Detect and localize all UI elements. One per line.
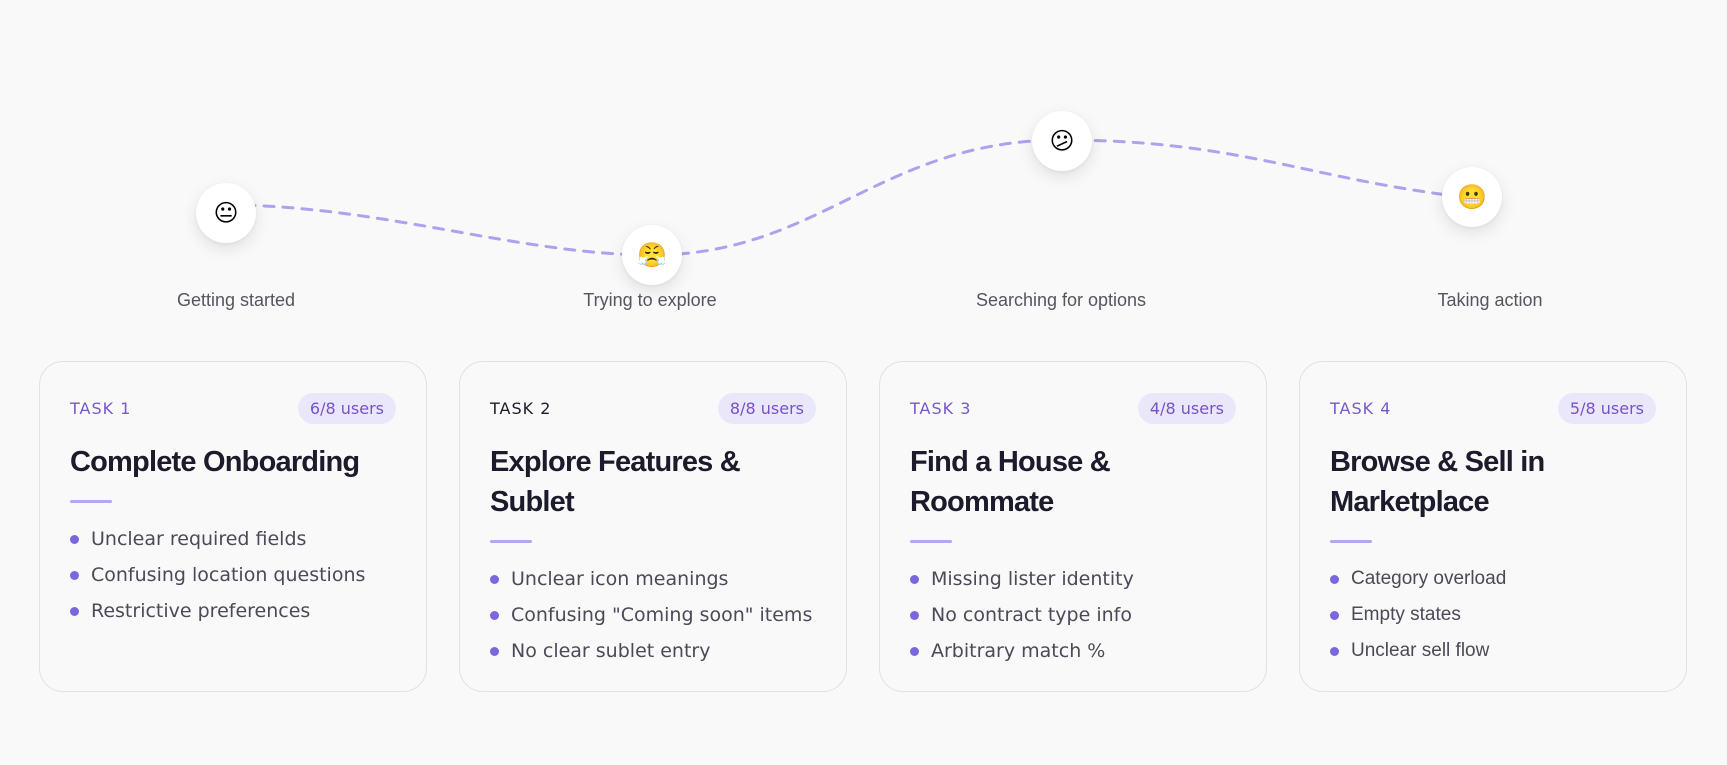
bullet-icon: [910, 574, 919, 584]
title-divider: [70, 500, 112, 503]
task-title-line: Find a House &: [910, 446, 1111, 478]
card-header: TASK 2 8/8 users: [490, 392, 816, 424]
bullet-icon: [70, 534, 79, 544]
grimacing-face-icon: 😬: [1457, 183, 1487, 211]
task-title: Complete Onboarding: [70, 442, 396, 482]
task-title: Browse & Sell in Marketplace: [1330, 442, 1656, 522]
task-title-line: Browse & Sell in: [1330, 446, 1545, 478]
list-item: Confusing location questions: [70, 557, 396, 593]
issue-text: Confusing "Coming soon" items: [511, 604, 813, 626]
issue-list: Unclear required fields Confusing locati…: [70, 521, 396, 629]
task-title-line: Complete Onboarding: [70, 446, 360, 478]
task-card-2: TASK 2 8/8 users Explore Features & Subl…: [459, 361, 847, 692]
task-label: TASK 2: [490, 398, 552, 418]
stage-label-searching-for-options: Searching for options: [975, 290, 1147, 310]
journey-curve: [224, 138, 1474, 257]
title-divider: [910, 540, 952, 543]
emotion-path: [224, 138, 1474, 257]
list-item: Arbitrary match %: [910, 633, 1236, 669]
neutral-face-icon: 😐: [213, 199, 239, 227]
task-title-line: Explore Features &: [490, 446, 741, 478]
bullet-icon: [490, 646, 499, 656]
frustrated-face-icon: 😤: [637, 241, 667, 269]
list-item: Confusing "Coming soon" items: [490, 597, 816, 633]
task-title-line: Marketplace: [1330, 486, 1490, 518]
task-title-line: Roommate: [910, 486, 1054, 518]
list-item: Unclear icon meanings: [490, 561, 816, 597]
task-card-3: TASK 3 4/8 users Find a House & Roommate…: [879, 361, 1267, 692]
card-header: TASK 1 6/8 users: [70, 392, 396, 424]
stage-node-taking-action: 😬: [1442, 167, 1502, 227]
users-badge: 8/8 users: [717, 392, 816, 424]
issue-text: Unclear sell flow: [1351, 640, 1490, 661]
confused-face-icon: 😕: [1049, 127, 1075, 155]
issue-list: Unclear icon meanings Confusing "Coming …: [490, 561, 816, 669]
card-header: TASK 3 4/8 users: [910, 392, 1236, 424]
list-item: Unclear sell flow: [1330, 633, 1656, 669]
bullet-icon: [490, 574, 499, 584]
task-label: TASK 4: [1330, 398, 1392, 418]
card-header: TASK 4 5/8 users: [1330, 392, 1656, 424]
bullet-icon: [1330, 610, 1339, 620]
list-item: Category overload: [1330, 561, 1656, 597]
stage-label-trying-to-explore: Trying to explore: [583, 290, 717, 310]
users-badge: 5/8 users: [1557, 392, 1656, 424]
issue-text: Category overload: [1351, 568, 1507, 589]
issue-text: Restrictive preferences: [91, 600, 311, 622]
title-divider: [490, 540, 532, 543]
issue-text: Missing lister identity: [931, 568, 1134, 590]
issue-text: Unclear icon meanings: [511, 568, 729, 590]
issue-list: Category overload Empty states Unclear s…: [1330, 561, 1656, 669]
stage-label-getting-started: Getting started: [176, 290, 296, 310]
list-item: Restrictive preferences: [70, 593, 396, 629]
issue-list: Missing lister identity No contract type…: [910, 561, 1236, 669]
users-badge: 6/8 users: [297, 392, 396, 424]
stage-node-getting-started: 😐: [196, 183, 256, 243]
bullet-icon: [70, 570, 79, 580]
list-item: Empty states: [1330, 597, 1656, 633]
stage-node-trying-to-explore: 😤: [622, 225, 682, 285]
issue-text: Confusing location questions: [91, 564, 366, 586]
issue-text: No clear sublet entry: [511, 640, 711, 662]
bullet-icon: [1330, 646, 1339, 656]
title-divider: [1330, 540, 1372, 543]
task-label: TASK 3: [910, 398, 972, 418]
issue-text: Empty states: [1351, 604, 1461, 625]
bullet-icon: [910, 646, 919, 656]
bullet-icon: [910, 610, 919, 620]
task-card-1: TASK 1 6/8 users Complete Onboarding Unc…: [39, 361, 427, 692]
issue-text: Arbitrary match %: [931, 640, 1106, 662]
stage-node-searching-for-options: 😕: [1032, 111, 1092, 171]
bullet-icon: [1330, 574, 1339, 584]
stage-label-taking-action: Taking action: [1437, 290, 1543, 310]
users-badge: 4/8 users: [1137, 392, 1236, 424]
task-title-line: Sublet: [490, 486, 575, 518]
list-item: No clear sublet entry: [490, 633, 816, 669]
bullet-icon: [490, 610, 499, 620]
task-card-4: TASK 4 5/8 users Browse & Sell in Market…: [1299, 361, 1687, 692]
task-label: TASK 1: [70, 398, 132, 418]
list-item: Missing lister identity: [910, 561, 1236, 597]
list-item: No contract type info: [910, 597, 1236, 633]
bullet-icon: [70, 606, 79, 616]
task-title: Explore Features & Sublet: [490, 442, 816, 522]
issue-text: No contract type info: [931, 604, 1132, 626]
issue-text: Unclear required fields: [91, 528, 307, 550]
list-item: Unclear required fields: [70, 521, 396, 557]
task-title: Find a House & Roommate: [910, 442, 1236, 522]
